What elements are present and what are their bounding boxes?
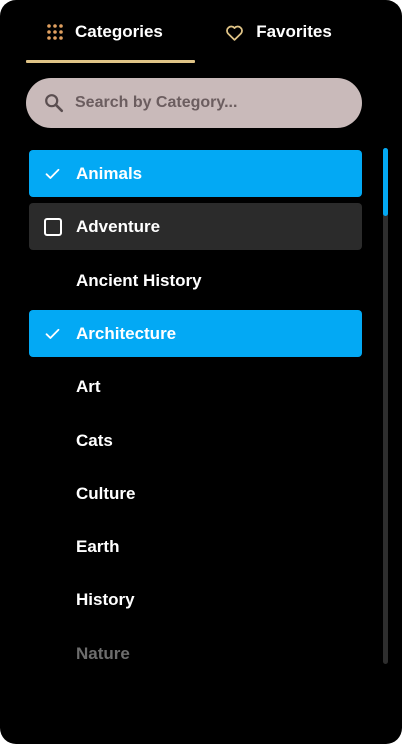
tab-favorites-label: Favorites — [256, 22, 332, 41]
heart-outline-icon — [225, 24, 244, 41]
tab-categories[interactable]: Categories — [26, 0, 195, 64]
category-item[interactable]: Cats — [29, 417, 362, 464]
grid-dots-icon — [47, 24, 63, 40]
active-tab-indicator — [26, 60, 195, 63]
category-item[interactable]: Earth — [29, 523, 362, 570]
category-panel: Categories Favorites Animals Adventure Anc… — [0, 0, 402, 744]
category-label: Culture — [76, 483, 136, 503]
search-input[interactable] — [75, 94, 335, 112]
category-label: Adventure — [76, 216, 161, 236]
category-item[interactable]: Ancient History — [29, 257, 362, 304]
category-item[interactable]: Adventure — [29, 203, 362, 250]
category-item[interactable]: Culture — [29, 470, 362, 517]
category-label: Cats — [76, 430, 113, 450]
search-bar — [26, 78, 362, 128]
checkbox-icon — [29, 217, 76, 236]
category-label: Ancient History — [76, 270, 202, 290]
check-icon — [29, 168, 76, 180]
category-label: Earth — [76, 536, 120, 556]
category-label: Architecture — [76, 323, 177, 343]
category-label: Animals — [76, 163, 143, 183]
category-label: Art — [76, 376, 101, 396]
category-item[interactable]: Nature — [29, 630, 362, 677]
category-item[interactable]: Architecture — [29, 310, 362, 357]
check-icon — [29, 328, 76, 340]
category-item[interactable]: Art — [29, 363, 362, 410]
category-item[interactable]: Animals — [29, 150, 362, 197]
scrollbar[interactable] — [383, 148, 388, 664]
scrollbar-thumb[interactable] — [383, 148, 388, 216]
search-icon — [43, 92, 65, 114]
tab-bar: Categories Favorites — [26, 0, 362, 64]
category-label: History — [76, 589, 135, 609]
tab-favorites[interactable]: Favorites — [195, 0, 362, 64]
tab-categories-label: Categories — [75, 22, 163, 41]
category-list: Animals Adventure Ancient History Architect… — [29, 150, 362, 680]
category-item[interactable]: History — [29, 576, 362, 623]
category-label: Nature — [76, 643, 130, 663]
